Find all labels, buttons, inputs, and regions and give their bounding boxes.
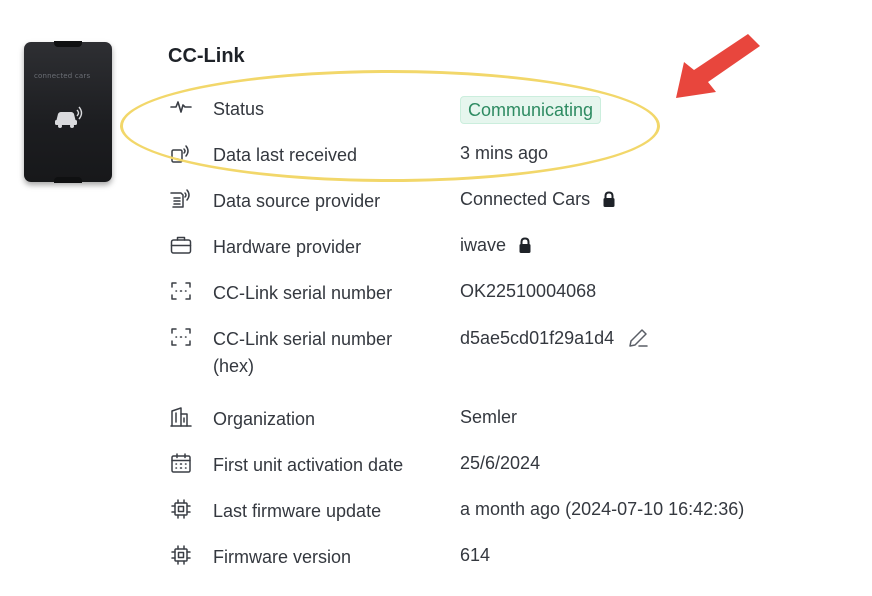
property-row-organization: Organization Semler xyxy=(168,394,808,440)
device-notch xyxy=(54,177,82,183)
property-row-serial-number: CC-Link serial number OK22510004068 xyxy=(168,268,808,314)
scan-icon xyxy=(168,278,194,304)
property-label: First unit activation date xyxy=(213,455,404,475)
calendar-icon xyxy=(168,450,194,476)
property-value: d5ae5cd01f29a1d4 xyxy=(460,326,650,350)
property-value: Connected Cars xyxy=(460,188,616,210)
property-label: Hardware provider xyxy=(213,237,362,257)
property-value: a month ago (2024-07-10 16:42:36) xyxy=(460,499,745,519)
property-label: Data source provider xyxy=(213,191,381,211)
property-row-serial-number-hex: CC-Link serial number (hex) d5ae5cd01f29… xyxy=(168,314,808,384)
briefcase-icon xyxy=(168,232,194,258)
property-label: CC-Link serial number (hex) xyxy=(213,329,393,376)
property-value-text: iwave xyxy=(460,235,507,255)
property-label: CC-Link serial number xyxy=(213,283,393,303)
chip-icon xyxy=(168,496,194,522)
car-signal-icon xyxy=(55,106,83,128)
lock-icon xyxy=(603,190,615,207)
red-arrow-icon xyxy=(676,34,760,98)
property-value: iwave xyxy=(460,234,532,256)
edit-pencil-icon[interactable] xyxy=(626,326,650,350)
property-value: 614 xyxy=(460,545,491,565)
property-value: 25/6/2024 xyxy=(460,453,541,473)
property-value: OK22510004068 xyxy=(460,281,597,301)
building-icon xyxy=(168,404,194,430)
property-label: Last firmware update xyxy=(213,501,382,521)
scan-icon xyxy=(168,324,194,350)
page-title: CC-Link xyxy=(168,45,245,67)
property-row-hardware-provider: Hardware provider iwave xyxy=(168,222,808,268)
property-row-firmware-version: Firmware version 614 xyxy=(168,532,808,578)
property-row-activation-date: First unit activation date 25/6/2024 xyxy=(168,440,808,486)
device-notch xyxy=(54,41,82,47)
lock-icon xyxy=(519,236,531,253)
device-image: connected cars xyxy=(24,41,112,183)
property-label: Firmware version xyxy=(213,547,352,567)
property-value-text: Connected Cars xyxy=(460,189,591,209)
device-brand-text: connected cars xyxy=(34,72,91,80)
data-source-icon xyxy=(168,186,194,212)
property-value-text: d5ae5cd01f29a1d4 xyxy=(460,328,615,348)
property-label: Organization xyxy=(213,409,316,429)
property-row-data-source-provider: Data source provider Connected Cars xyxy=(168,176,808,222)
property-row-last-firmware-update: Last firmware update a month ago (2024-0… xyxy=(168,486,808,532)
highlight-ellipse xyxy=(120,70,660,182)
property-value: Semler xyxy=(460,407,518,427)
chip-icon xyxy=(168,542,194,568)
